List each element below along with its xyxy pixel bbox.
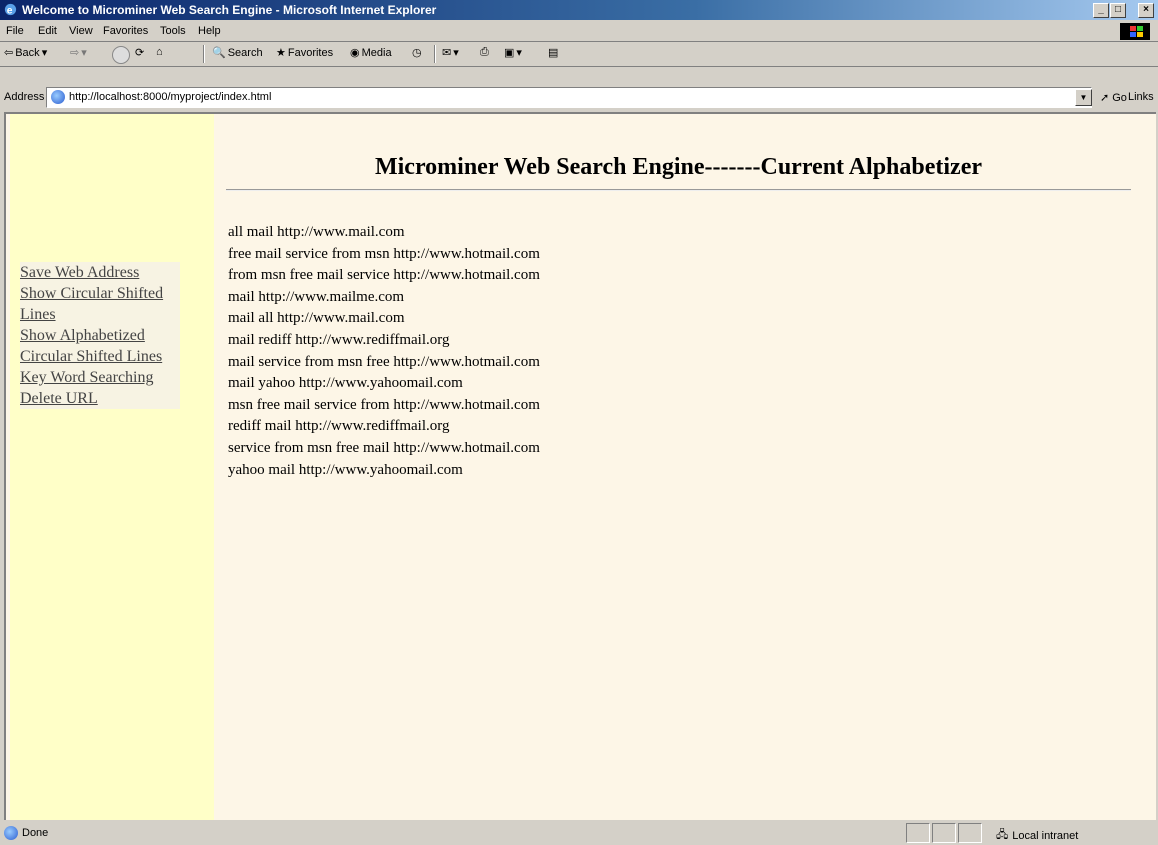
home-icon: ⌂: [156, 46, 163, 58]
status-pane: [958, 823, 982, 843]
nav-menu: Save Web Address Show Circular Shifted L…: [20, 262, 180, 409]
list-item: from msn free mail service http://www.ho…: [228, 267, 540, 284]
back-button[interactable]: ⇦ Back ▾: [4, 46, 48, 60]
list-item: mail yahoo http://www.yahoomail.com: [228, 375, 463, 392]
page-icon: [4, 826, 18, 840]
status-pane: [906, 823, 930, 843]
chevron-down-icon: ▾: [453, 47, 459, 59]
maximize-button[interactable]: □: [1110, 3, 1126, 18]
forward-arrow-icon: ⇨: [70, 47, 80, 59]
security-zone: 🖧 Local intranet: [996, 826, 1078, 845]
windows-logo-icon: [1120, 23, 1150, 40]
main-frame: Microminer Web Search Engine-------Curre…: [216, 114, 1156, 820]
address-input[interactable]: http://localhost:8000/myproject/index.ht…: [46, 87, 1092, 108]
list-item: mail all http://www.mail.com: [228, 310, 405, 327]
refresh-icon: ⟳: [135, 47, 145, 59]
standard-toolbar: ⇦ Back ▾ ⇨ ▾ ⟳ ⌂ 🔍 Search ★ Favorites ◉ …: [0, 42, 1158, 67]
window-title-bar[interactable]: e Welcome to Microminer Web Search Engin…: [0, 0, 1158, 20]
list-item: msn free mail service from http://www.ho…: [228, 396, 540, 413]
intranet-icon: 🖧: [996, 829, 1009, 841]
divider: [226, 189, 1131, 191]
internet-explorer-icon: e: [4, 3, 17, 16]
mail-button[interactable]: ✉ ▾: [442, 46, 459, 59]
nav-link-show-alphabetized-circular-shifted-lines[interactable]: Show Alphabetized Circular Shifted Lines: [20, 325, 180, 367]
media-button[interactable]: ◉ Media: [350, 46, 392, 60]
go-arrow-icon: ➚: [1100, 92, 1110, 104]
status-text-area: Done: [4, 826, 48, 840]
navigation-frame: Save Web Address Show Circular Shifted L…: [10, 114, 214, 820]
nav-link-show-circular-shifted-lines[interactable]: Show Circular Shifted Lines: [20, 283, 180, 325]
chevron-down-icon: ▾: [516, 47, 522, 59]
list-item: free mail service from msn http://www.ho…: [228, 245, 540, 262]
history-button[interactable]: ◷: [412, 46, 422, 59]
page-title: Microminer Web Search Engine-------Curre…: [374, 154, 983, 180]
nav-link-delete-url[interactable]: Delete URL: [20, 388, 180, 409]
nav-link-save-web-address[interactable]: Save Web Address: [20, 262, 180, 283]
window-title: Welcome to Microminer Web Search Engine …: [22, 3, 437, 17]
mail-icon: ✉: [442, 47, 452, 59]
chevron-down-icon: ▾: [81, 47, 87, 59]
page-viewport: Save Web Address Show Circular Shifted L…: [4, 112, 1156, 820]
discuss-button[interactable]: ▤: [548, 46, 558, 59]
search-button[interactable]: 🔍 Search: [212, 46, 263, 60]
print-button[interactable]: ⎙: [480, 46, 489, 59]
page-icon: [51, 90, 65, 104]
menu-view[interactable]: View: [69, 25, 93, 37]
list-item: mail service from msn free http://www.ho…: [228, 353, 540, 370]
address-url: http://localhost:8000/myproject/index.ht…: [69, 91, 272, 103]
chevron-down-icon: ▾: [41, 47, 48, 59]
status-bar: Done 🖧 Local intranet: [0, 821, 1158, 845]
menu-favorites[interactable]: Favorites: [103, 25, 148, 37]
forward-button[interactable]: ⇨ ▾: [70, 46, 87, 59]
list-item: yahoo mail http://www.yahoomail.com: [228, 461, 463, 478]
refresh-button[interactable]: ⟳: [135, 46, 144, 59]
favorites-icon: ★: [276, 47, 286, 59]
media-icon: ◉: [350, 47, 360, 59]
history-icon: ◷: [412, 47, 422, 59]
list-item: mail rediff http://www.rediffmail.org: [228, 331, 450, 348]
address-label: Address: [4, 91, 45, 103]
address-dropdown-button[interactable]: ▼: [1075, 89, 1092, 106]
menu-edit[interactable]: Edit: [38, 25, 57, 37]
search-icon: 🔍: [212, 47, 226, 59]
stop-icon: [112, 46, 130, 64]
back-arrow-icon: ⇦: [4, 47, 14, 59]
address-bar: Address http://localhost:8000/myproject/…: [0, 87, 1158, 109]
list-item: rediff mail http://www.rediffmail.org: [228, 418, 450, 435]
menu-file[interactable]: File: [6, 25, 24, 37]
menu-tools[interactable]: Tools: [160, 25, 186, 37]
alphabetized-lines-list: all mail http://www.mail.com free mail s…: [228, 222, 540, 481]
stop-button[interactable]: [112, 46, 130, 64]
edit-button[interactable]: ▣ ▾: [504, 46, 522, 59]
print-icon: ⎙: [480, 46, 489, 58]
status-pane: [932, 823, 956, 843]
menu-help[interactable]: Help: [198, 25, 221, 37]
discuss-icon: ▤: [548, 47, 559, 59]
edit-icon: ▣: [504, 47, 515, 59]
close-button[interactable]: ×: [1138, 3, 1154, 18]
favorites-button[interactable]: ★ Favorites: [276, 46, 333, 60]
list-item: service from msn free mail http://www.ho…: [228, 439, 540, 456]
list-item: mail http://www.mailme.com: [228, 288, 405, 305]
links-button[interactable]: Links: [1128, 91, 1154, 103]
menu-bar: File Edit View Favorites Tools Help: [0, 21, 1158, 42]
list-item: all mail http://www.mail.com: [228, 224, 405, 240]
home-button[interactable]: ⌂: [156, 46, 163, 58]
status-text: Done: [22, 827, 49, 839]
go-button[interactable]: ➚ Go: [1100, 91, 1127, 105]
zone-text: Local intranet: [1012, 829, 1079, 842]
minimize-button[interactable]: _: [1093, 3, 1109, 18]
svg-text:e: e: [7, 5, 13, 16]
nav-link-key-word-searching[interactable]: Key Word Searching: [20, 367, 180, 388]
